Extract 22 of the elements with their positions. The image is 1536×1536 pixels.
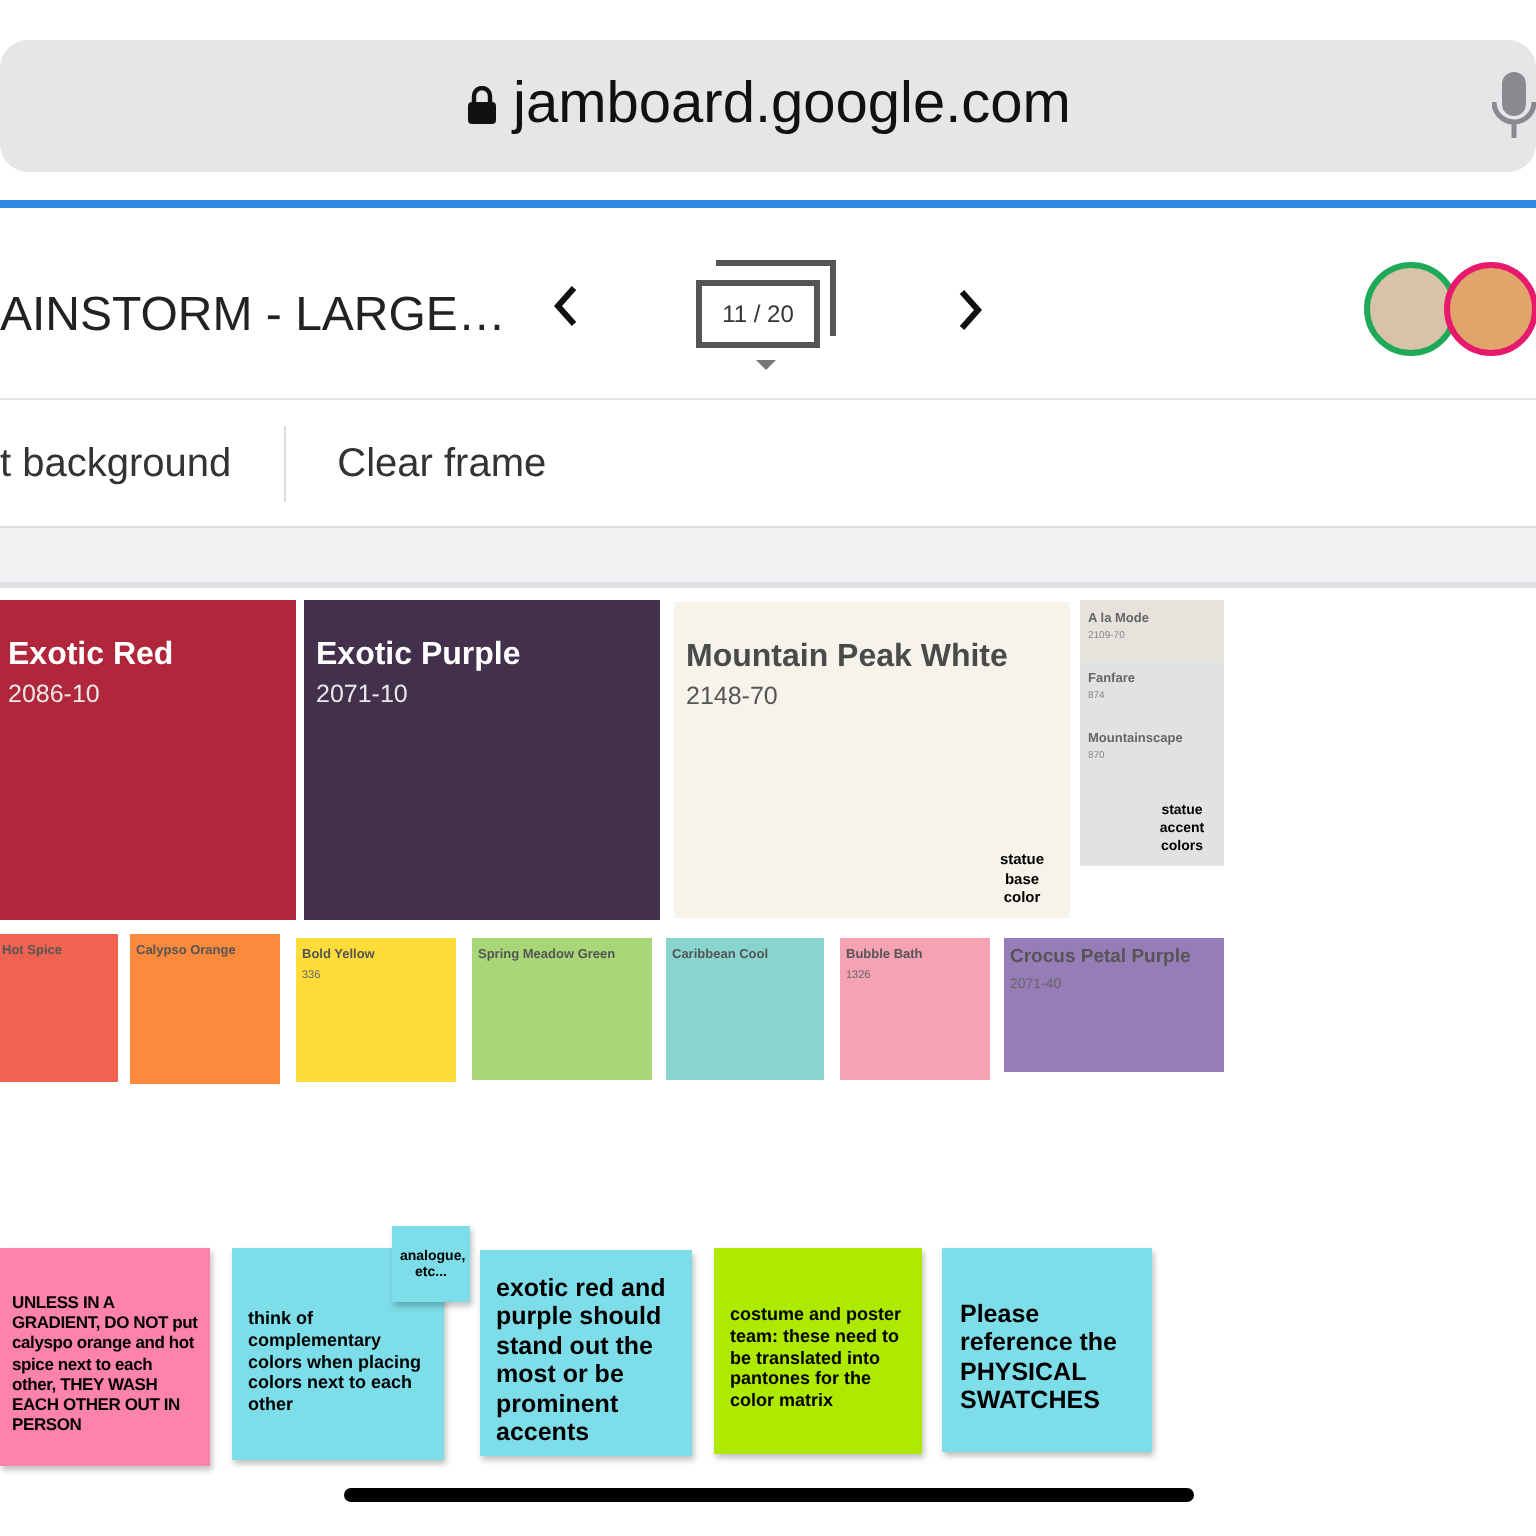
lock-icon [465, 86, 498, 126]
swatch-code: 2086-10 [8, 678, 100, 712]
swatch-name: Crocus Petal Purple [1010, 948, 1193, 969]
caret-icon [756, 360, 776, 370]
address-bar[interactable]: jamboard.google.com [0, 40, 1536, 172]
swatch-name: Exotic Purple [316, 636, 521, 676]
url-text: jamboard.google.com [513, 70, 1071, 141]
swatch-code: 2148-70 [686, 680, 778, 714]
chevron-right-icon[interactable] [956, 288, 984, 332]
swatch-code: 2071-10 [316, 678, 408, 712]
microphone-icon[interactable] [1492, 70, 1536, 142]
board-title: AINSTORM - LARGE… [0, 286, 506, 346]
sticky-note[interactable]: costume and poster team: these need to be translated into pantones for the color matrix [714, 1248, 922, 1454]
swatch-name: Exotic Red [8, 636, 174, 676]
chevron-left-icon[interactable] [552, 284, 580, 328]
sticky-note[interactable]: Please reference the PHYSICAL SWATCHES [942, 1248, 1152, 1452]
toolbar-button[interactable]: Clear frame [285, 433, 547, 493]
sticky-note[interactable]: exotic red and purple should stand out the most or be prominent accents [480, 1250, 692, 1456]
swatch-name: Mountain Peak White [686, 638, 1008, 678]
toolbar-button[interactable]: t background [0, 433, 284, 493]
sticky-note[interactable]: UNLESS IN A GRADIENT, DO NOT put calyspo orange and hot spice next to each other, THEY WASH EACH OTHER OUT IN PERSON [0, 1248, 210, 1466]
avatar[interactable] [1444, 262, 1536, 356]
